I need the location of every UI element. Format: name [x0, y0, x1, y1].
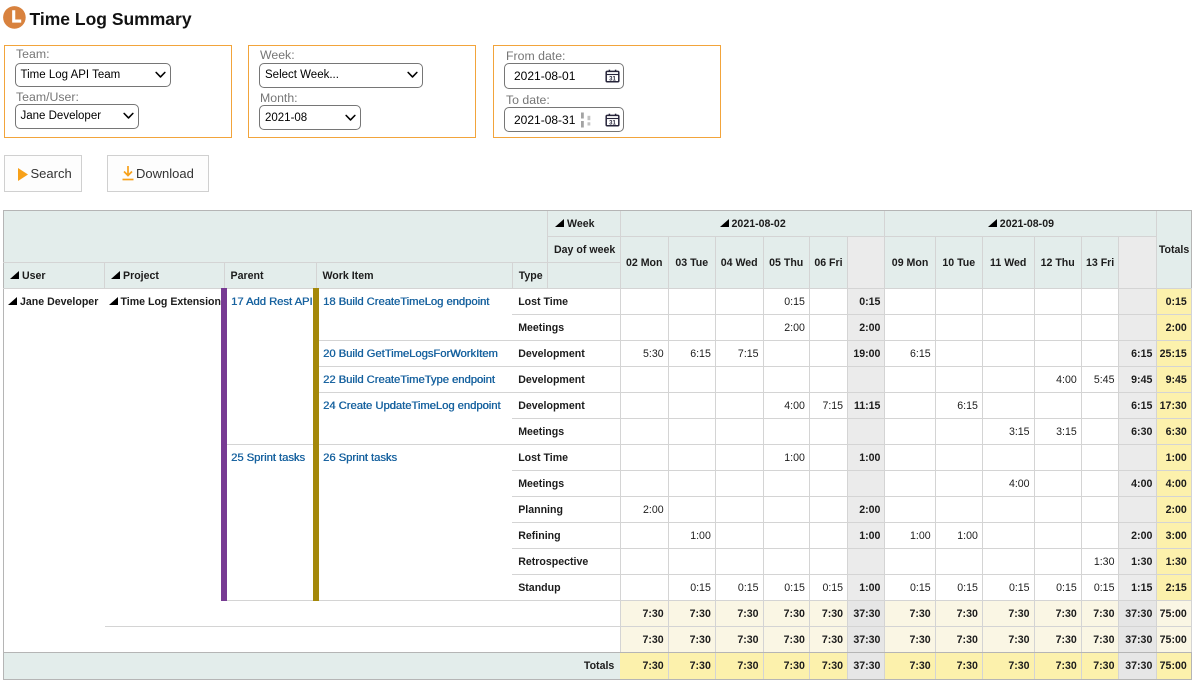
- svg-text:31: 31: [609, 120, 616, 126]
- svg-text:31: 31: [609, 76, 616, 82]
